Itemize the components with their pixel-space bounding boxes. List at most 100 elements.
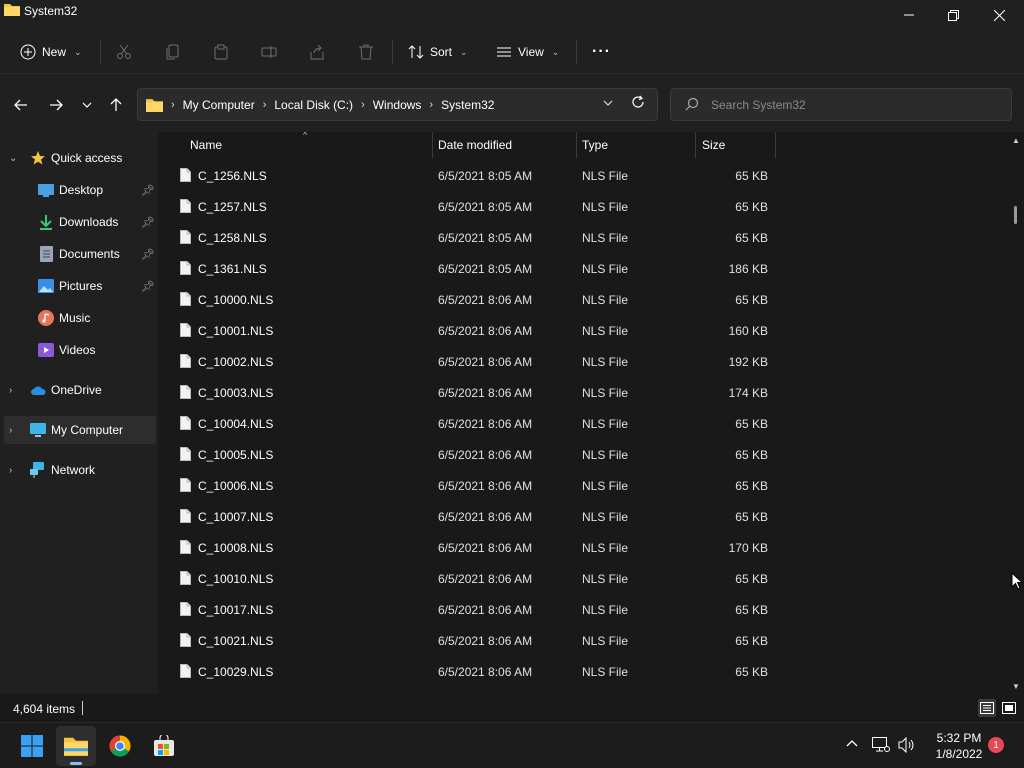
scroll-thumb[interactable] <box>1014 206 1017 224</box>
back-button[interactable] <box>9 94 33 116</box>
breadcrumb-windows[interactable]: Windows <box>373 98 422 112</box>
volume-button[interactable] <box>898 736 916 756</box>
pin-icon[interactable]: 📌︎ <box>141 248 155 261</box>
cut-button[interactable] <box>116 38 132 66</box>
sidebar-item-videos[interactable]: Videos <box>0 336 156 364</box>
notification-badge[interactable]: 1 <box>988 737 1004 753</box>
start-button[interactable] <box>12 726 52 766</box>
sidebar-item-network[interactable]: › Network <box>0 456 156 484</box>
file-row[interactable]: C_10003.NLS 6/5/2021 8:06 AM NLS File 174 K… <box>160 377 800 408</box>
file-row[interactable]: C_10008.NLS 6/5/2021 8:06 AM NLS File 170 K… <box>160 532 800 563</box>
network-status-button[interactable] <box>872 737 890 756</box>
more-options-button[interactable]: ··· <box>592 38 611 66</box>
column-resizer[interactable] <box>576 132 577 158</box>
file-row[interactable]: C_1256.NLS 6/5/2021 8:05 AM NLS File 65 KB <box>160 160 800 191</box>
column-header-size[interactable]: Size <box>702 132 774 158</box>
tiles-view-button[interactable] <box>1000 699 1018 717</box>
pin-icon[interactable]: 📌︎ <box>141 216 155 229</box>
address-bar[interactable]: › My Computer › Local Disk (C:) › Window… <box>137 88 658 121</box>
scroll-up-icon[interactable]: ▲ <box>1012 136 1020 145</box>
sidebar-item-quick-access[interactable]: ⌄ Quick access <box>0 144 156 172</box>
file-size: 65 KB <box>735 448 768 462</box>
taskbar-file-explorer[interactable] <box>56 726 96 766</box>
file-row[interactable]: C_1361.NLS 6/5/2021 8:05 AM NLS File 186 KB <box>160 253 800 284</box>
file-row[interactable]: C_10006.NLS 6/5/2021 8:06 AM NLS File 65 KB <box>160 470 800 501</box>
minimize-button[interactable] <box>886 0 932 30</box>
sort-button[interactable]: Sort ⌄ <box>408 38 468 66</box>
copy-icon <box>166 44 179 60</box>
refresh-button[interactable] <box>631 95 647 113</box>
clock[interactable]: 5:32 PM 1/8/2022 <box>928 730 990 762</box>
file-row[interactable]: C_1258.NLS 6/5/2021 8:05 AM NLS File 65 KB <box>160 222 800 253</box>
column-header-type[interactable]: Type <box>582 132 694 158</box>
file-icon <box>180 540 191 554</box>
file-row[interactable]: C_10002.NLS 6/5/2021 8:06 AM NLS File 192 K… <box>160 346 800 377</box>
scroll-down-icon[interactable]: ▼ <box>1012 682 1020 691</box>
file-row[interactable]: C_10007.NLS 6/5/2021 8:06 AM NLS File 65 KB <box>160 501 800 532</box>
restore-button[interactable] <box>930 0 976 30</box>
file-row[interactable]: C_10004.NLS 6/5/2021 8:06 AM NLS File 65 KB <box>160 408 800 439</box>
arrow-left-icon <box>14 99 27 111</box>
column-resizer[interactable] <box>432 132 433 158</box>
rename-button[interactable] <box>261 38 277 66</box>
file-type: NLS File <box>582 355 629 369</box>
file-icon <box>180 509 191 523</box>
sidebar-item-desktop[interactable]: Desktop 📌︎ <box>0 176 156 204</box>
forward-button[interactable] <box>44 94 68 116</box>
chevron-right-icon[interactable]: › <box>9 425 12 436</box>
column-resizer[interactable] <box>695 132 696 158</box>
sidebar-item-my-computer[interactable]: › My Computer <box>4 416 156 444</box>
file-row[interactable]: C_10005.NLS 6/5/2021 8:06 AM NLS File 65 KB <box>160 439 800 470</box>
search-box[interactable] <box>670 88 1012 121</box>
file-row[interactable]: C_10000.NLS 6/5/2021 8:06 AM NLS File 65 KB <box>160 284 800 315</box>
chevron-down-icon: ⌄ <box>74 46 82 57</box>
chevron-right-icon[interactable]: › <box>9 385 12 396</box>
column-header-date[interactable]: Date modified <box>438 132 574 158</box>
file-row[interactable]: C_10021.NLS 6/5/2021 8:06 AM NLS File 65 KB <box>160 625 800 656</box>
breadcrumb-system32[interactable]: System32 <box>441 98 494 112</box>
file-row[interactable]: C_10029.NLS 6/5/2021 8:06 AM NLS File 65 KB <box>160 656 800 687</box>
view-label: View <box>518 45 544 59</box>
file-row[interactable]: C_10010.NLS 6/5/2021 8:06 AM NLS File 65 KB <box>160 563 800 594</box>
restore-icon <box>947 9 959 21</box>
new-button[interactable]: New ⌄ <box>20 38 82 66</box>
pin-icon[interactable]: 📌︎ <box>141 280 155 293</box>
details-view-button[interactable] <box>978 699 996 717</box>
plus-circle-icon <box>20 44 36 60</box>
breadcrumb-local-disk[interactable]: Local Disk (C:) <box>274 98 353 112</box>
sidebar-item-onedrive[interactable]: › OneDrive <box>0 376 156 404</box>
sidebar-item-music[interactable]: Music <box>0 304 156 332</box>
sidebar-item-label: Pictures <box>59 279 103 293</box>
file-row[interactable]: C_10001.NLS 6/5/2021 8:06 AM NLS File 160 K… <box>160 315 800 346</box>
copy-button[interactable] <box>165 38 181 66</box>
breadcrumb-my-computer[interactable]: My Computer <box>183 98 255 112</box>
file-size: 65 KB <box>735 417 768 431</box>
up-button[interactable] <box>104 94 128 116</box>
search-input[interactable] <box>711 95 1001 115</box>
file-size: 174 KB <box>728 386 768 400</box>
file-row[interactable]: C_10017.NLS 6/5/2021 8:06 AM NLS File 65 KB <box>160 594 800 625</box>
recent-locations-button[interactable] <box>75 94 99 116</box>
delete-button[interactable] <box>358 38 374 66</box>
column-header-name[interactable]: Name <box>190 132 430 158</box>
taskbar-store[interactable] <box>144 726 184 766</box>
file-row[interactable]: C_1257.NLS 6/5/2021 8:05 AM NLS File 65 KB <box>160 191 800 222</box>
view-button[interactable]: View ⌄ <box>496 38 559 66</box>
sidebar-item-documents[interactable]: Documents 📌︎ <box>0 240 156 268</box>
column-resizer[interactable] <box>775 132 776 158</box>
sidebar-item-label: OneDrive <box>51 383 102 397</box>
close-button[interactable] <box>976 0 1022 30</box>
rename-icon <box>261 46 277 58</box>
chevron-right-icon[interactable]: › <box>9 465 12 476</box>
pin-icon[interactable]: 📌︎ <box>141 184 155 197</box>
sidebar-item-pictures[interactable]: Pictures 📌︎ <box>0 272 156 300</box>
show-hidden-icons-button[interactable] <box>846 735 858 750</box>
taskbar-chrome[interactable] <box>100 726 140 766</box>
vertical-scrollbar[interactable]: ▲ ▼ <box>1008 132 1024 694</box>
chevron-up-icon <box>846 740 858 747</box>
address-dropdown-button[interactable] <box>603 97 613 109</box>
sidebar-item-downloads[interactable]: Downloads 📌︎ <box>0 208 156 236</box>
chevron-down-icon[interactable]: ⌄ <box>9 153 17 164</box>
share-button[interactable] <box>309 38 325 66</box>
paste-button[interactable] <box>213 38 229 66</box>
